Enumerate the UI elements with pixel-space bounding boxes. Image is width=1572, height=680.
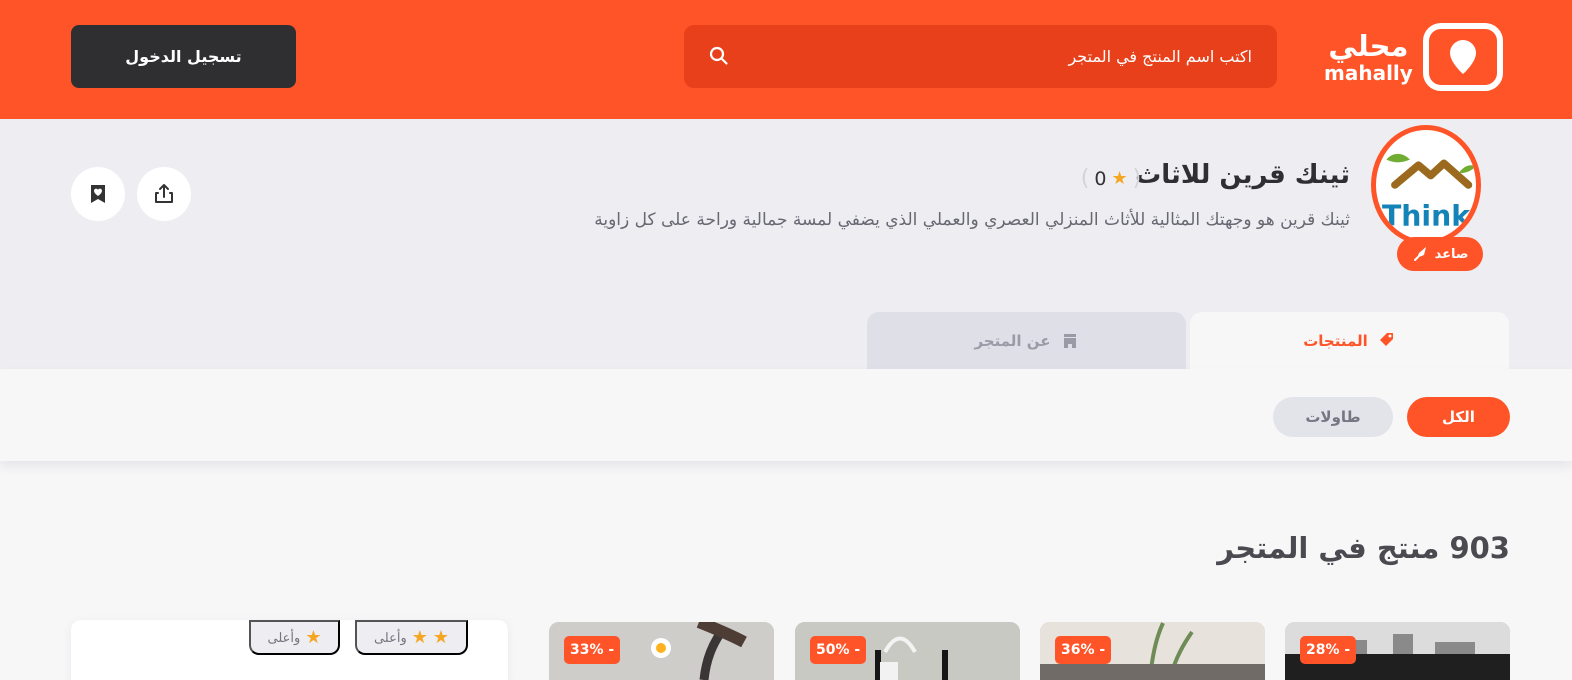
discount-badge: 50% - <box>810 636 867 664</box>
rating-open-bracket: ( <box>1080 166 1090 191</box>
product-card[interactable]: 33% - <box>549 622 774 680</box>
product-card[interactable]: 36% - <box>1040 622 1265 680</box>
store-description: ثينك قرين هو وجهتك المثالية للأثاث المنز… <box>594 210 1350 230</box>
product-card[interactable]: 50% - <box>795 622 1020 680</box>
top-header: محلي mahally تسجيل الدخول <box>0 0 1572 119</box>
tab-products-label: المنتجات <box>1303 331 1368 350</box>
search-icon[interactable] <box>709 46 729 66</box>
two-stars-and-up-filter[interactable]: ★ ★ وأعلى <box>355 620 468 655</box>
star-icon: ★ <box>432 627 450 647</box>
discount-badge: 28% - <box>1300 636 1357 664</box>
tab-about-store[interactable]: عن المتجر <box>867 312 1186 369</box>
rating-close-bracket: ) <box>1132 166 1142 191</box>
brand-wordmark: محلي mahally <box>1324 28 1413 85</box>
favorite-button[interactable] <box>71 167 125 221</box>
brand-latin-name: mahally <box>1324 60 1413 85</box>
one-star-and-up-filter[interactable]: ★ وأعلى <box>249 620 340 655</box>
rating-filter-label: وأعلى <box>267 629 301 645</box>
store-rating: ( 0 ★ ) <box>1078 165 1144 192</box>
bookmark-heart-icon <box>91 185 105 203</box>
store-icon <box>1063 333 1076 348</box>
filter-tables-chip[interactable]: طاولات <box>1273 397 1393 437</box>
rocket-icon <box>1413 247 1426 261</box>
rating-value: 0 <box>1094 167 1107 190</box>
search-input[interactable] <box>752 25 1252 88</box>
discount-badge: 33% - <box>564 636 621 664</box>
login-button[interactable]: تسجيل الدخول <box>71 25 296 88</box>
brand-arabic-name: محلي <box>1328 28 1409 63</box>
location-pin-icon <box>1422 23 1503 91</box>
category-filter-panel: الكل طاولات <box>0 369 1572 461</box>
filter-all-chip[interactable]: الكل <box>1407 397 1510 437</box>
star-icon: ★ <box>411 627 428 647</box>
tab-products[interactable]: المنتجات <box>1190 312 1509 369</box>
product-card[interactable]: 28% - <box>1285 622 1510 680</box>
discount-badge: 36% - <box>1055 636 1112 664</box>
mahally-logo[interactable]: محلي mahally <box>1324 22 1510 92</box>
badge-label: صاعد <box>1434 246 1469 262</box>
share-button[interactable] <box>137 167 191 221</box>
rating-filter-sidebar: ★ ★ وأعلى ★ وأعلى <box>71 620 508 680</box>
store-name: ثينك قرين للاثاث <box>1135 160 1350 190</box>
rising-store-badge: صاعد <box>1397 237 1483 271</box>
tag-icon <box>1379 332 1393 346</box>
store-logo-text: Think <box>1382 200 1471 233</box>
tab-about-label: عن المتجر <box>974 331 1051 350</box>
share-icon <box>155 184 173 203</box>
rating-filter-label: وأعلى <box>373 629 407 645</box>
store-search-box <box>684 25 1277 88</box>
store-logo: Think <box>1371 125 1481 245</box>
product-count: 903 منتج في المتجر <box>1217 531 1510 565</box>
star-icon: ★ <box>305 627 322 647</box>
star-icon: ★ <box>1111 168 1128 189</box>
